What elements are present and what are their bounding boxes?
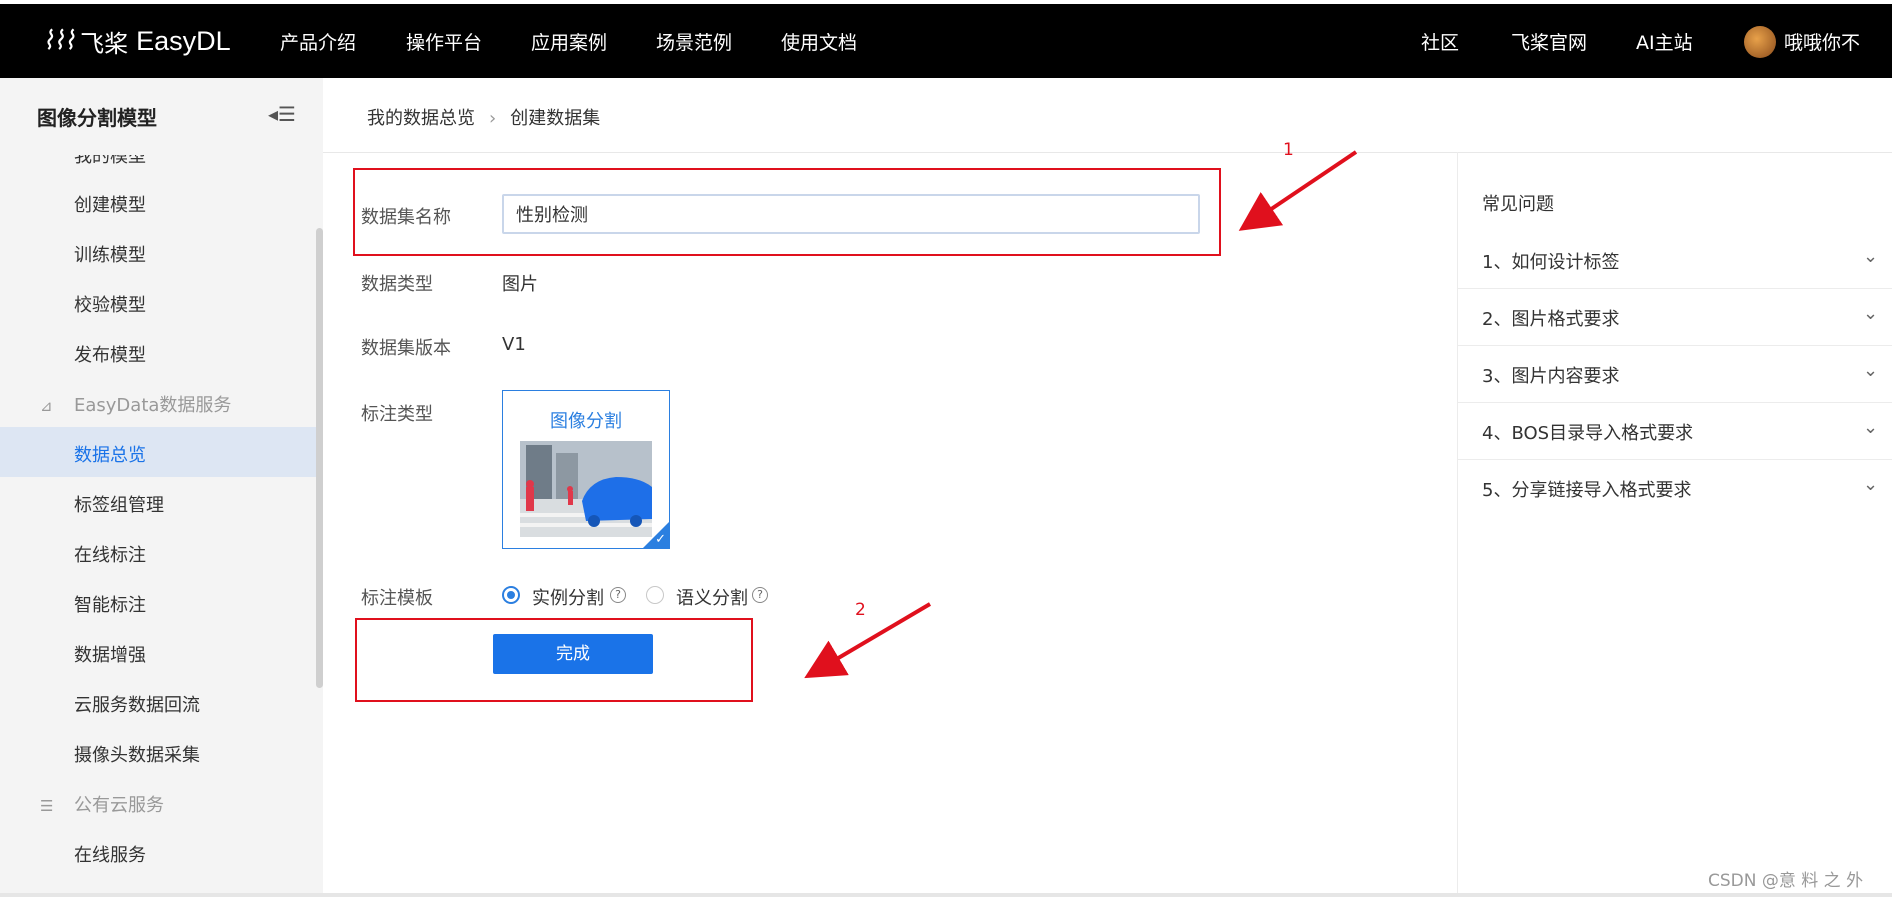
sidebar-item-cloud-reflow[interactable]: 云服务数据回流 (74, 691, 200, 717)
nav-item-community[interactable]: 社区 (1421, 28, 1459, 55)
data-type-value: 图片 (502, 274, 538, 295)
sidebar: 图像分割模型 ◂☰ 我的模型 创建模型 训练模型 校验模型 发布模型 ⊿ Easy… (0, 78, 323, 897)
faq-item[interactable]: 1、如何设计标签 ⌄ (1458, 232, 1892, 289)
faq-question: 5、分享链接导入格式要求 (1482, 480, 1692, 501)
chart-icon: ⊿ (40, 397, 53, 415)
radio-semantic-segmentation-label[interactable]: 语义分割 (676, 584, 748, 610)
dataset-version-value: V1 (502, 334, 526, 355)
faq-question: 4、BOS目录导入格式要求 (1482, 423, 1694, 444)
nav-item-docs[interactable]: 使用文档 (781, 28, 857, 55)
sidebar-item-online-service[interactable]: 在线服务 (74, 841, 146, 867)
dataset-version-label: 数据集版本 (361, 338, 451, 359)
brand-en: EasyDL (136, 25, 231, 56)
sidebar-active-highlight (0, 427, 316, 477)
radio-instance-segmentation[interactable] (502, 586, 520, 604)
chevron-down-icon: ⌄ (1863, 417, 1879, 438)
sidebar-item-publish-model[interactable]: 发布模型 (74, 341, 146, 367)
sidebar-item-validate-model[interactable]: 校验模型 (74, 291, 146, 317)
radio-instance-segmentation-label[interactable]: 实例分割 (532, 584, 604, 610)
sidebar-item-data-overview[interactable]: 数据总览 (74, 441, 146, 467)
nav-item-cases[interactable]: 应用案例 (531, 28, 607, 55)
sidebar-group-easydata: ⊿ EasyData数据服务 (40, 391, 231, 417)
faq-item[interactable]: 2、图片格式要求 ⌄ (1458, 289, 1892, 346)
sidebar-item-camera-collection[interactable]: 摄像头数据采集 (74, 741, 200, 767)
annotation-template-label: 标注模板 (361, 588, 433, 609)
sidebar-group-cloud-label: 公有云服务 (74, 795, 164, 816)
chevron-down-icon: ⌄ (1863, 474, 1879, 495)
annotation-type-card-title: 图像分割 (550, 411, 622, 432)
username[interactable]: 哦哦你不 (1784, 28, 1860, 55)
chevron-down-icon: ⌄ (1863, 360, 1879, 381)
collapse-sidebar-icon[interactable]: ◂☰ (268, 104, 298, 124)
sidebar-item-smart-labeling[interactable]: 智能标注 (74, 591, 146, 617)
brand-cn: 飞桨 (80, 29, 129, 58)
sidebar-item-data-augmentation[interactable]: 数据增强 (74, 641, 146, 667)
segmentation-example-image (520, 441, 652, 537)
avatar[interactable] (1744, 26, 1776, 58)
annotation-type-label: 标注类型 (361, 404, 433, 425)
sidebar-group-easydata-label: EasyData数据服务 (74, 395, 232, 416)
nav-item-paddle-site[interactable]: 飞桨官网 (1511, 28, 1587, 55)
faq-panel: 常见问题 1、如何设计标签 ⌄ 2、图片格式要求 ⌄ 3、图片内容要求 ⌄ 4、… (1457, 152, 1892, 897)
breadcrumb: 我的数据总览 › 创建数据集 (367, 104, 600, 130)
sidebar-item-train-model[interactable]: 训练模型 (74, 241, 146, 267)
chevron-down-icon: ⌄ (1863, 303, 1879, 324)
sidebar-scrollbar[interactable] (316, 228, 323, 688)
sidebar-item-online-labeling[interactable]: 在线标注 (74, 541, 146, 567)
nav-item-ai-site[interactable]: AI主站 (1636, 28, 1693, 55)
breadcrumb-current: 创建数据集 (510, 108, 601, 129)
faq-item[interactable]: 5、分享链接导入格式要求 ⌄ (1458, 460, 1892, 516)
content-header: 我的数据总览 › 创建数据集 (323, 78, 1892, 153)
nav-item-platform[interactable]: 操作平台 (406, 28, 482, 55)
brand-logo[interactable]: ⌇⌇⌇ 飞桨 EasyDL (42, 25, 231, 58)
annotation-box-2 (355, 618, 753, 702)
chevron-down-icon: ⌄ (1863, 246, 1879, 267)
nav-item-scenarios[interactable]: 场景范例 (656, 28, 732, 55)
top-navigation-bar: ⌇⌇⌇ 飞桨 EasyDL 产品介绍 操作平台 应用案例 场景范例 使用文档 社… (0, 4, 1892, 78)
database-icon: ☰ (40, 797, 54, 815)
annotation-number-1: 1 (1283, 140, 1294, 160)
annotation-type-card-segmentation[interactable]: 图像分割 ✓ (502, 390, 670, 549)
paddle-logo-icon: ⌇⌇⌇ (42, 26, 76, 56)
arrow-2 (804, 602, 932, 679)
chevron-right-icon: › (489, 108, 497, 129)
faq-title: 常见问题 (1482, 194, 1554, 215)
faq-question: 2、图片格式要求 (1482, 309, 1620, 330)
sidebar-item-label-groups[interactable]: 标签组管理 (74, 491, 164, 517)
breadcrumb-parent[interactable]: 我的数据总览 (367, 108, 475, 129)
faq-question: 3、图片内容要求 (1482, 366, 1620, 387)
sidebar-item-my-models[interactable]: 我的模型 (74, 155, 146, 168)
faq-item[interactable]: 3、图片内容要求 ⌄ (1458, 346, 1892, 403)
data-type-label: 数据类型 (361, 274, 433, 295)
check-icon: ✓ (655, 532, 666, 547)
help-icon[interactable]: ? (610, 587, 626, 603)
faq-item[interactable]: 4、BOS目录导入格式要求 ⌄ (1458, 403, 1892, 460)
watermark: CSDN @意 料 之 外 (1708, 871, 1864, 891)
annotation-number-2: 2 (855, 600, 866, 620)
segmentation-illustration (520, 441, 652, 537)
sidebar-item-create-model[interactable]: 创建模型 (74, 191, 146, 217)
sidebar-title: 图像分割模型 (37, 106, 157, 130)
sidebar-group-cloud: ☰ 公有云服务 (40, 791, 164, 817)
annotation-box-1 (353, 168, 1221, 256)
radio-semantic-segmentation[interactable] (646, 586, 664, 604)
arrow-1 (1238, 150, 1358, 231)
faq-question: 1、如何设计标签 (1482, 252, 1620, 273)
bottom-border (0, 893, 1892, 897)
nav-item-products[interactable]: 产品介绍 (280, 28, 356, 55)
help-icon[interactable]: ? (752, 587, 768, 603)
